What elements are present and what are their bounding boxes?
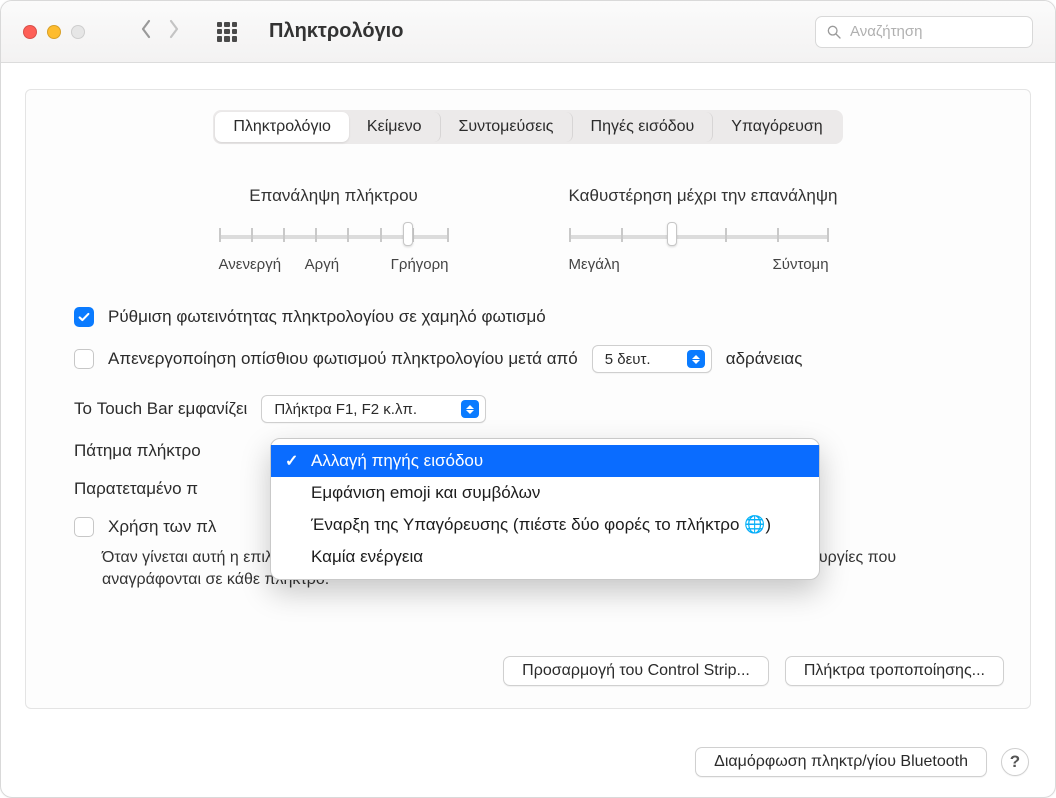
- content-area: Πληκτρολόγιο Κείμενο Συντομεύσεις Πηγές …: [1, 63, 1055, 798]
- show-all-prefs-button[interactable]: [217, 22, 237, 42]
- select-backlight-timeout[interactable]: 5 δευτ.: [592, 345, 712, 373]
- touchbar-shows-value: Πλήκτρα F1, F2 κ.λπ.: [274, 401, 417, 418]
- keyboard-panel: Πληκτρολόγιο Κείμενο Συντομεύσεις Πηγές …: [25, 89, 1031, 709]
- key-repeat-slow-label: Αργή: [305, 256, 339, 273]
- chevron-left-icon: [140, 19, 152, 39]
- label-hold-fn: Παρατεταμένο π: [74, 479, 198, 499]
- tab-input-sources[interactable]: Πηγές εισόδου: [573, 112, 714, 142]
- preferences-window: Πληκτρολόγιο Πληκτρολόγιο Κείμενο Συντομ…: [0, 0, 1056, 798]
- label-use-fkeys-prefix: Χρήση των πλ: [108, 517, 216, 537]
- checkmark-icon: [77, 310, 91, 324]
- delay-title: Καθυστέρηση μέχρι την επανάληψη: [569, 186, 838, 206]
- customize-control-strip-button[interactable]: Προσαρμογή του Control Strip...: [503, 656, 769, 686]
- popup-item-no-action[interactable]: Καμία ενέργεια: [271, 541, 819, 573]
- checkbox-adjust-brightness[interactable]: [74, 307, 94, 327]
- row-turn-off-backlight: Απενεργοποίηση οπίσθιου φωτισμού πληκτρο…: [74, 345, 982, 373]
- checkbox-turn-off-backlight[interactable]: [74, 349, 94, 369]
- modifier-keys-button[interactable]: Πλήκτρα τροποποίησης...: [785, 656, 1004, 686]
- label-press-fn: Πάτημα πλήκτρο: [74, 441, 201, 461]
- select-touchbar-shows[interactable]: Πλήκτρα F1, F2 κ.λπ.: [261, 395, 486, 423]
- tab-dictation[interactable]: Υπαγόρευση: [713, 112, 840, 142]
- delay-long-label: Μεγάλη: [569, 256, 620, 273]
- window-controls: [23, 25, 85, 39]
- key-repeat-group: Επανάληψη πλήκτρου Ανενεργή Αργή Γρήγορη: [219, 186, 449, 273]
- fn-action-popup: Αλλαγή πηγής εισόδου Εμφάνιση emoji και …: [270, 438, 820, 580]
- updown-icon: [461, 400, 479, 418]
- minimize-window-button[interactable]: [47, 25, 61, 39]
- sliders-row: Επανάληψη πλήκτρου Ανενεργή Αργή Γρήγορη: [26, 186, 1030, 273]
- back-button[interactable]: [135, 19, 157, 45]
- popup-item-start-dictation[interactable]: Έναρξη της Υπαγόρευσης (πιέστε δύο φορές…: [271, 509, 819, 541]
- delay-short-label: Σύντομη: [773, 256, 829, 273]
- delay-slider[interactable]: [569, 224, 829, 246]
- label-turn-off-backlight: Απενεργοποίηση οπίσθιου φωτισμού πληκτρο…: [108, 349, 578, 369]
- search-field[interactable]: [815, 16, 1033, 48]
- tabbar: Πληκτρολόγιο Κείμενο Συντομεύσεις Πηγές …: [213, 110, 842, 144]
- tab-text[interactable]: Κείμενο: [349, 112, 441, 142]
- window-footer: Διαμόρφωση πληκτρ/γίου Bluetooth ?: [695, 747, 1029, 777]
- tab-shortcuts[interactable]: Συντομεύσεις: [441, 112, 573, 142]
- search-input[interactable]: [850, 23, 1049, 40]
- row-adjust-brightness: Ρύθμιση φωτεινότητας πληκτρολογίου σε χα…: [74, 307, 982, 327]
- tab-keyboard[interactable]: Πληκτρολόγιο: [215, 112, 349, 142]
- zoom-window-button[interactable]: [71, 25, 85, 39]
- key-repeat-fast-label: Γρήγορη: [391, 256, 449, 273]
- label-idle-suffix: αδράνειας: [726, 349, 803, 369]
- checkbox-use-fkeys[interactable]: [74, 517, 94, 537]
- row-touchbar-shows: Το Touch Bar εμφανίζει Πλήκτρα F1, F2 κ.…: [74, 395, 982, 423]
- window-title: Πληκτρολόγιο: [269, 20, 805, 43]
- backlight-timeout-value: 5 δευτ.: [605, 351, 651, 368]
- close-window-button[interactable]: [23, 25, 37, 39]
- delay-labels: Μεγάλη Σύντομη: [569, 256, 829, 273]
- bluetooth-keyboard-button[interactable]: Διαμόρφωση πληκτρ/γίου Bluetooth: [695, 747, 987, 777]
- key-repeat-off-label: Ανενεργή: [219, 256, 281, 273]
- popup-item-show-emoji[interactable]: Εμφάνιση emoji και συμβόλων: [271, 477, 819, 509]
- history-nav: [135, 19, 185, 45]
- delay-group: Καθυστέρηση μέχρι την επανάληψη Μεγάλη Σ…: [569, 186, 838, 273]
- label-adjust-brightness: Ρύθμιση φωτεινότητας πληκτρολογίου σε χα…: [108, 307, 546, 327]
- titlebar: Πληκτρολόγιο: [1, 1, 1055, 63]
- updown-icon: [687, 350, 705, 368]
- tabs-container: Πληκτρολόγιο Κείμενο Συντομεύσεις Πηγές …: [26, 110, 1030, 144]
- chevron-right-icon: [168, 19, 180, 39]
- panel-bottom-buttons: Προσαρμογή του Control Strip... Πλήκτρα …: [503, 656, 1004, 686]
- search-icon: [826, 24, 842, 40]
- forward-button[interactable]: [163, 19, 185, 45]
- label-touchbar-shows: Το Touch Bar εμφανίζει: [74, 399, 247, 419]
- key-repeat-slider[interactable]: [219, 224, 449, 246]
- key-repeat-labels: Ανενεργή Αργή Γρήγορη: [219, 256, 449, 273]
- help-button[interactable]: ?: [1001, 748, 1029, 776]
- key-repeat-title: Επανάληψη πλήκτρου: [219, 186, 449, 206]
- popup-item-change-input[interactable]: Αλλαγή πηγής εισόδου: [271, 445, 819, 477]
